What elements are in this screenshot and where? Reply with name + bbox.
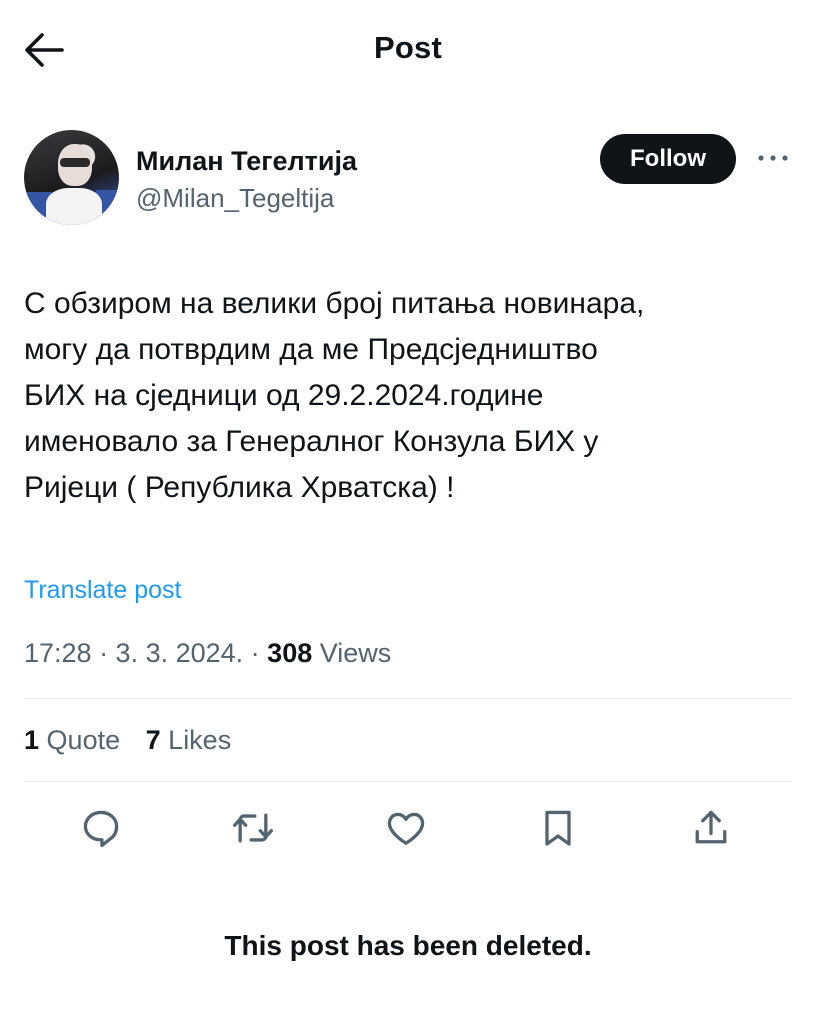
post-author: Милан Тегелтија @Milan_Tegeltija Follow	[24, 130, 794, 230]
views-label: Views	[312, 638, 392, 668]
repost-button[interactable]	[231, 806, 275, 850]
follow-button[interactable]: Follow	[600, 134, 736, 184]
bookmark-icon	[545, 810, 571, 846]
repost-icon	[233, 813, 273, 843]
likes-stat[interactable]: 7 Likes	[146, 725, 232, 755]
reply-button[interactable]	[79, 806, 123, 850]
bookmark-button[interactable]	[536, 806, 580, 850]
post-timestamp[interactable]: 17:28 · 3. 3. 2024. ·	[24, 638, 267, 668]
page-title: Post	[374, 30, 442, 65]
quotes-count: 1	[24, 725, 40, 755]
likes-label: Likes	[168, 725, 232, 755]
quotes-label: Quote	[46, 725, 121, 755]
action-bar	[0, 800, 816, 856]
quotes-stat[interactable]: 1 Quote	[24, 725, 120, 755]
divider	[24, 698, 792, 699]
translate-post-link[interactable]: Translate post	[24, 576, 181, 605]
views-count: 308	[267, 638, 313, 668]
like-icon	[387, 812, 425, 845]
reply-icon	[83, 810, 119, 848]
avatar[interactable]	[24, 130, 119, 225]
more-button[interactable]	[756, 150, 790, 166]
post-meta: 17:28 · 3. 3. 2024. · 308 Views	[24, 638, 391, 669]
top-bar: Post	[0, 0, 816, 100]
likes-count: 7	[145, 725, 161, 755]
like-button[interactable]	[384, 806, 428, 850]
divider	[24, 781, 792, 782]
share-icon	[695, 810, 727, 844]
author-name[interactable]: Милан Тегелтија	[136, 146, 357, 177]
share-button[interactable]	[689, 806, 733, 850]
deleted-notice: This post has been deleted.	[224, 930, 592, 961]
engagement-stats: 1 Quote 7 Likes	[24, 725, 249, 756]
author-handle[interactable]: @Milan_Tegeltija	[136, 183, 334, 214]
post-text: С обзиром на велики број питања новинара…	[24, 287, 645, 504]
more-horizontal-icon	[758, 155, 788, 161]
